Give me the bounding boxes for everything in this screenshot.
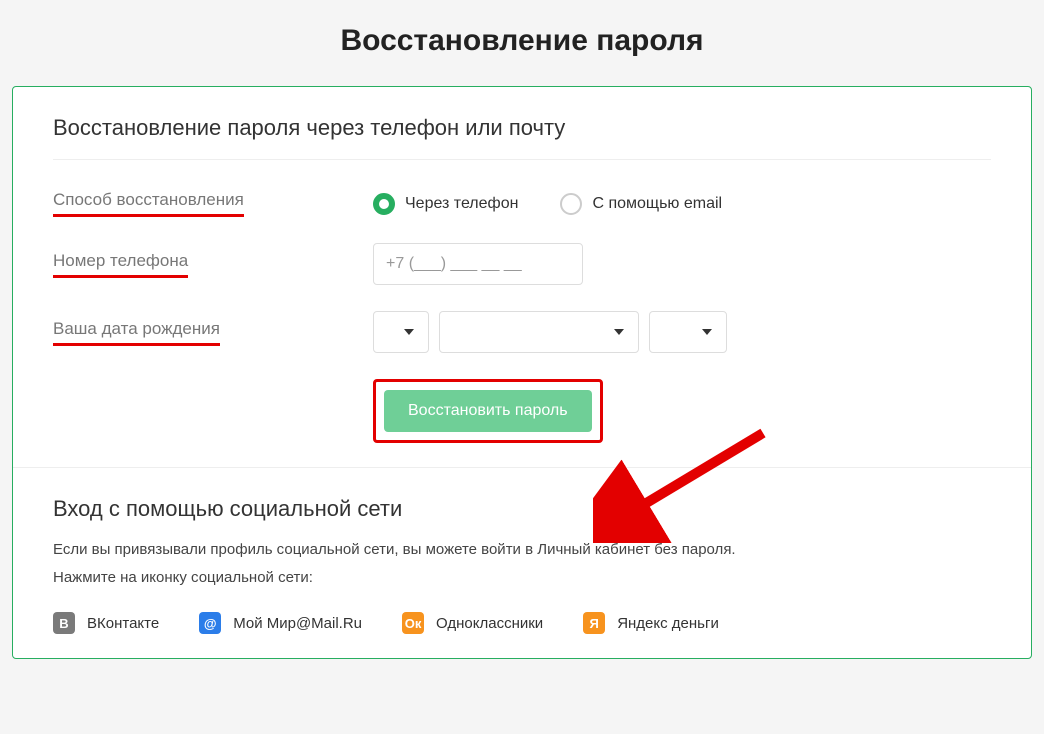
social-link-mailru-label: Мой Мир@Mail.Ru [233, 615, 362, 632]
recovery-card: Восстановление пароля через телефон или … [12, 86, 1032, 659]
social-section: Вход с помощью социальной сети Если вы п… [13, 468, 1031, 658]
submit-row: Восстановить пароль [373, 379, 991, 443]
chevron-down-icon [614, 329, 624, 335]
form-section-title: Восстановление пароля через телефон или … [53, 115, 991, 141]
form-section: Восстановление пароля через телефон или … [13, 87, 1031, 468]
social-link-mailru[interactable]: @ Мой Мир@Mail.Ru [199, 612, 362, 634]
divider [53, 159, 991, 160]
label-phone-number: Номер телефона [53, 251, 188, 278]
social-link-yandex-money[interactable]: Я Яндекс деньги [583, 612, 719, 634]
recovery-method-radio-group: Через телефон С помощью email [373, 193, 722, 215]
submit-recover-button[interactable]: Восстановить пароль [384, 390, 592, 432]
radio-dot-icon [560, 193, 582, 215]
radio-via-email[interactable]: С помощью email [560, 193, 722, 215]
birth-month-select[interactable] [439, 311, 639, 353]
social-desc-line1: Если вы привязывали профиль социальной с… [53, 538, 991, 562]
mailru-icon: @ [199, 612, 221, 634]
radio-via-phone-label: Через телефон [405, 195, 518, 213]
social-desc-line2: Нажмите на иконку социальной сети: [53, 566, 991, 590]
page-title: Восстановление пароля [0, 24, 1044, 58]
social-link-vk[interactable]: B ВКонтакте [53, 612, 159, 634]
label-birthdate: Ваша дата рождения [53, 319, 220, 346]
vk-icon: B [53, 612, 75, 634]
social-link-vk-label: ВКонтакте [87, 615, 159, 632]
chevron-down-icon [702, 329, 712, 335]
birth-day-select[interactable] [373, 311, 429, 353]
chevron-down-icon [404, 329, 414, 335]
label-recovery-method: Способ восстановления [53, 190, 244, 217]
radio-via-email-label: С помощью email [592, 195, 722, 213]
row-recovery-method: Способ восстановления Через телефон С по… [53, 190, 991, 217]
radio-via-phone[interactable]: Через телефон [373, 193, 518, 215]
birth-year-select[interactable] [649, 311, 727, 353]
yandex-money-icon: Я [583, 612, 605, 634]
social-link-yandex-money-label: Яндекс деньги [617, 615, 719, 632]
row-birthdate: Ваша дата рождения [53, 311, 991, 353]
social-link-odnoklassniki[interactable]: Ок Одноклассники [402, 612, 543, 634]
row-phone: Номер телефона [53, 243, 991, 285]
radio-dot-icon [373, 193, 395, 215]
odnoklassniki-icon: Ок [402, 612, 424, 634]
submit-highlight-annotation: Восстановить пароль [373, 379, 603, 443]
social-links-row: B ВКонтакте @ Мой Мир@Mail.Ru Ок Однокла… [53, 612, 991, 634]
phone-input[interactable] [373, 243, 583, 285]
social-section-title: Вход с помощью социальной сети [53, 496, 991, 522]
social-link-odnoklassniki-label: Одноклассники [436, 615, 543, 632]
